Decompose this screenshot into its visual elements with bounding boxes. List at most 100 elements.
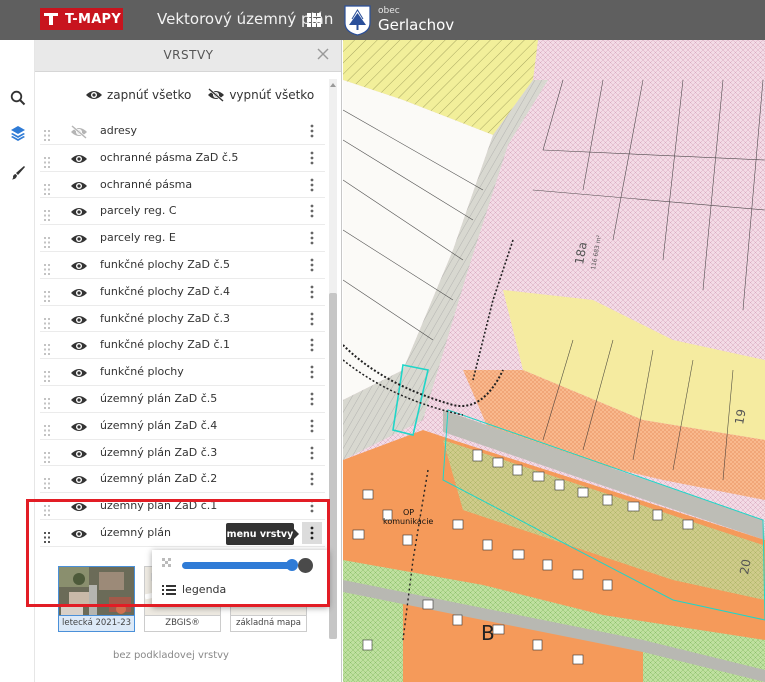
basemap-aerial[interactable]: letecká 2021-23: [58, 566, 135, 632]
layer-name: parcely reg. E: [100, 231, 176, 245]
eye-icon[interactable]: [70, 285, 88, 299]
layers-icon[interactable]: [9, 124, 27, 142]
close-icon[interactable]: [315, 46, 331, 62]
t-mapy-logo[interactable]: T-MAPY: [40, 8, 123, 30]
eye-icon[interactable]: [70, 472, 88, 486]
legend-button[interactable]: legenda: [162, 583, 226, 596]
layer-menu-button[interactable]: [305, 392, 319, 406]
eye-icon[interactable]: [70, 419, 88, 433]
drag-handle-icon[interactable]: [44, 448, 50, 463]
layer-row[interactable]: funkčné plochy: [40, 359, 325, 386]
layer-menu-button[interactable]: [305, 499, 319, 513]
drag-handle-icon[interactable]: [44, 394, 50, 409]
legend-label: legenda: [182, 583, 227, 596]
layer-row[interactable]: parcely reg. E: [40, 225, 325, 252]
drag-handle-icon[interactable]: [44, 421, 50, 436]
drag-handle-icon[interactable]: [44, 233, 50, 249]
drag-handle-icon[interactable]: [44, 501, 50, 517]
eye-icon[interactable]: [70, 446, 88, 460]
eye-icon[interactable]: [70, 151, 88, 165]
layer-menu-button[interactable]: [302, 521, 322, 544]
map-canvas[interactable]: 18a 116 683 m² 19 20 OP komunikácie B: [343, 40, 765, 682]
layer-menu-button[interactable]: [305, 365, 319, 379]
layer-menu-popup: legenda: [152, 550, 329, 607]
eye-icon: [86, 91, 102, 99]
no-basemap-option[interactable]: bez podkladovej vrstvy: [0, 650, 342, 661]
brush-icon[interactable]: [9, 164, 27, 182]
layer-menu-button[interactable]: [305, 285, 319, 299]
layer-menu-button[interactable]: [305, 446, 319, 460]
layer-list-scrollbar[interactable]: [329, 79, 337, 639]
scrollbar-thumb[interactable]: [329, 293, 337, 639]
drag-handle-icon[interactable]: [44, 260, 50, 275]
eye-icon[interactable]: [70, 338, 88, 352]
eye-icon[interactable]: [70, 526, 88, 540]
layer-row[interactable]: funkčné plochy ZaD č.4: [40, 279, 325, 306]
layer-row[interactable]: územný plán ZaD č.4: [40, 413, 325, 440]
top-bar: T-MAPY Vektorový územný plán obec Gerlac…: [0, 0, 765, 40]
layer-row[interactable]: územný plán ZaD č.2: [40, 466, 325, 494]
drag-handle-icon[interactable]: [44, 340, 50, 356]
map-label-komunikacie: komunikácie: [383, 517, 433, 526]
drag-handle-icon[interactable]: [44, 367, 50, 383]
list-icon: [162, 584, 176, 595]
opacity-slider[interactable]: [182, 562, 294, 569]
layer-row[interactable]: funkčné plochy ZaD č.5: [40, 252, 325, 279]
layer-menu-button[interactable]: [305, 312, 319, 326]
show-all-button[interactable]: zapnúť všetko: [85, 88, 191, 102]
layer-name: územný plán: [100, 525, 171, 539]
scroll-up-arrow-icon[interactable]: [330, 83, 336, 87]
layer-menu-button[interactable]: [305, 258, 319, 272]
apps-grid-icon[interactable]: [307, 13, 321, 27]
layer-name: územný plán ZaD č.3: [100, 445, 218, 459]
layer-menu-button[interactable]: [305, 472, 319, 486]
layer-name: ochranné pásma ZaD č.5: [100, 150, 239, 164]
hide-all-button[interactable]: vypnúť všetko: [207, 88, 314, 102]
eye-off-icon[interactable]: [70, 124, 88, 139]
eye-icon[interactable]: [70, 392, 88, 406]
basemap-zbgis-label: ZBGIS®: [144, 616, 221, 632]
layer-menu-button[interactable]: [305, 204, 319, 218]
drag-handle-icon[interactable]: [44, 126, 50, 141]
search-icon[interactable]: [9, 89, 27, 107]
layer-row[interactable]: územný plán ZaD č.1: [40, 493, 325, 520]
show-all-label: zapnúť všetko: [107, 88, 192, 102]
opacity-slider-end-knob[interactable]: [298, 558, 313, 573]
layer-row[interactable]: územný plán ZaD č.3: [40, 440, 325, 467]
layer-menu-button[interactable]: [305, 231, 319, 245]
eye-icon[interactable]: [70, 499, 88, 513]
layer-row[interactable]: funkčné plochy ZaD č.3: [40, 306, 325, 333]
layer-row[interactable]: ochranné pásma ZaD č.5: [40, 145, 325, 172]
layer-row[interactable]: ochranné pásma: [40, 172, 325, 199]
municipality: obec Gerlachov: [344, 3, 454, 37]
drag-handle-icon[interactable]: [44, 287, 50, 302]
drag-handle-icon[interactable]: [44, 314, 50, 329]
drag-handle-icon[interactable]: [44, 206, 50, 222]
eye-icon[interactable]: [70, 178, 88, 192]
drag-handle-icon[interactable]: [44, 153, 50, 168]
eye-icon[interactable]: [70, 231, 88, 245]
opacity-slider-handle[interactable]: [286, 559, 298, 571]
drag-handle-icon[interactable]: [44, 528, 50, 543]
basemap-aerial-thumbnail: [58, 566, 135, 616]
layer-menu-button[interactable]: [305, 338, 319, 352]
layer-menu-button[interactable]: [305, 151, 319, 165]
drag-handle-icon[interactable]: [44, 474, 50, 490]
drag-handle-icon[interactable]: [44, 180, 50, 195]
layer-name: adresy: [100, 124, 138, 137]
layer-name: funkčné plochy ZaD č.5: [100, 257, 231, 271]
eye-icon[interactable]: [70, 258, 88, 272]
layer-row[interactable]: územný plán ZaD č.5: [40, 386, 325, 413]
eye-icon[interactable]: [70, 312, 88, 326]
layer-row[interactable]: funkčné plochy ZaD č.1: [40, 332, 325, 360]
eye-icon[interactable]: [70, 204, 88, 218]
map-label-b: B: [481, 621, 495, 645]
eye-icon[interactable]: [70, 365, 88, 379]
panel-header: VRSTVY: [35, 40, 341, 72]
layer-menu-button[interactable]: [305, 178, 319, 192]
layer-row[interactable]: adresy: [40, 118, 325, 145]
layer-row[interactable]: parcely reg. C: [40, 198, 325, 226]
layer-menu-button[interactable]: [305, 124, 319, 138]
layer-menu-button[interactable]: [305, 419, 319, 433]
basemap-base-map-label: základná mapa: [230, 616, 307, 632]
